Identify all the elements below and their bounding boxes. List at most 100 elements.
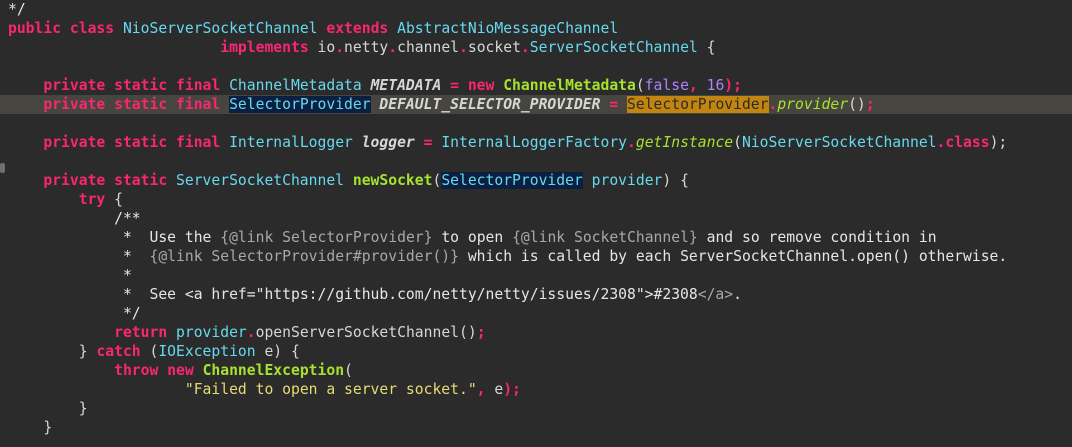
code-line[interactable]: private static ServerSocketChannel newSo… bbox=[8, 171, 1072, 190]
code-token: () bbox=[848, 96, 866, 113]
code-token: provider bbox=[176, 324, 247, 341]
code-token: ChannelException bbox=[202, 362, 345, 379]
code-line[interactable]: * Use the {@link SelectorProvider} to op… bbox=[8, 228, 1072, 247]
code-token: ; bbox=[865, 96, 875, 113]
code-token: DEFAULT_SELECTOR_PROVIDER bbox=[379, 96, 601, 113]
code-token: provider bbox=[591, 172, 663, 189]
code-token: and so remove condition in bbox=[697, 229, 937, 246]
code-token: io bbox=[317, 39, 336, 56]
code-token: ) { bbox=[662, 172, 689, 189]
code-token: which is called by each ServerSocketChan… bbox=[459, 248, 1008, 265]
code-token: new bbox=[167, 362, 203, 379]
code-token: */ bbox=[122, 305, 141, 322]
code-line[interactable]: } bbox=[8, 399, 1072, 418]
code-token: provider bbox=[777, 96, 849, 113]
code-token: {@link SelectorProvider} bbox=[220, 229, 433, 246]
code-token: } bbox=[78, 343, 97, 360]
code-token: netty bbox=[344, 39, 389, 56]
code-line[interactable] bbox=[8, 152, 1072, 171]
code-line[interactable]: private static final SelectorProvider DE… bbox=[0, 95, 1072, 114]
code-token: ( bbox=[733, 134, 742, 151]
code-token: SelectorProvider bbox=[229, 96, 371, 113]
code-token: throw bbox=[114, 362, 168, 379]
code-line[interactable]: implements io.netty.channel.socket.Serve… bbox=[8, 38, 1072, 57]
code-token: AbstractNioMessageChannel bbox=[397, 20, 619, 37]
code-token: socket bbox=[467, 39, 521, 56]
code-token: . bbox=[335, 39, 345, 56]
code-token: ServerSocketChannel bbox=[176, 172, 353, 189]
code-line[interactable]: * bbox=[8, 266, 1072, 285]
code-line[interactable]: return provider.openServerSocketChannel(… bbox=[8, 323, 1072, 342]
code-token: * bbox=[122, 267, 132, 284]
code-token: , bbox=[476, 381, 495, 398]
code-token: ChannelMetadata bbox=[229, 77, 371, 94]
code-token: implements bbox=[220, 39, 318, 56]
code-line[interactable]: public class NioServerSocketChannel exte… bbox=[8, 19, 1072, 38]
code-line[interactable]: try { bbox=[8, 190, 1072, 209]
code-token: () bbox=[459, 324, 477, 341]
code-token: METADATA bbox=[370, 77, 442, 94]
code-token: * bbox=[122, 248, 150, 265]
code-token: SelectorProvider bbox=[627, 96, 769, 113]
code-line[interactable]: * See <a href="https://github.com/netty/… bbox=[8, 285, 1072, 304]
code-token: new bbox=[467, 77, 504, 94]
code-token: * See <a href="https://github.com/netty/… bbox=[122, 286, 698, 303]
code-token: } bbox=[43, 419, 53, 436]
code-token: logger bbox=[361, 134, 415, 151]
code-token: ChannelMetadata bbox=[503, 77, 636, 94]
breakpoint-marker[interactable] bbox=[0, 163, 5, 173]
code-line[interactable] bbox=[8, 114, 1072, 133]
code-line[interactable]: */ bbox=[8, 304, 1072, 323]
code-token: IOException bbox=[158, 343, 265, 360]
code-token: SelectorProvider bbox=[441, 172, 583, 189]
code-line[interactable]: private static final InternalLogger logg… bbox=[8, 133, 1072, 152]
code-editor[interactable]: */public class NioServerSocketChannel ex… bbox=[0, 0, 1072, 447]
code-line[interactable]: } bbox=[8, 418, 1072, 437]
code-token: NioServerSocketChannel bbox=[122, 20, 327, 37]
code-line[interactable]: } catch (IOException e) { bbox=[8, 342, 1072, 361]
code-line[interactable]: private static final ChannelMetadata MET… bbox=[8, 76, 1072, 95]
code-token: false bbox=[644, 77, 689, 94]
code-token: </a> bbox=[697, 286, 734, 303]
code-token: . bbox=[246, 324, 256, 341]
code-token: ServerSocketChannel bbox=[529, 39, 698, 56]
code-line[interactable]: */ bbox=[8, 0, 1072, 19]
code-token: extends bbox=[326, 20, 398, 37]
code-line[interactable]: "Failed to open a server socket.", e); bbox=[8, 380, 1072, 399]
code-token: . bbox=[520, 39, 530, 56]
code-token: try bbox=[78, 191, 106, 208]
code-line[interactable] bbox=[8, 57, 1072, 76]
code-token: NioServerSocketChannel bbox=[741, 134, 937, 151]
code-token: ); bbox=[724, 77, 742, 94]
code-token: InternalLogger bbox=[229, 134, 362, 151]
code-token: , bbox=[688, 77, 707, 94]
code-token: = bbox=[600, 96, 628, 113]
code-token: public class bbox=[8, 20, 123, 37]
code-token: . bbox=[388, 39, 398, 56]
code-token: ( bbox=[432, 172, 442, 189]
code-token: newSocket bbox=[352, 172, 433, 189]
code-token: . bbox=[459, 39, 468, 56]
code-token: 16 bbox=[706, 77, 725, 94]
code-token: * Use the bbox=[122, 229, 221, 246]
code-line[interactable]: throw new ChannelException( bbox=[8, 361, 1072, 380]
code-line[interactable]: * {@link SelectorProvider#provider()} wh… bbox=[8, 247, 1072, 266]
code-token: getInstance bbox=[635, 134, 734, 151]
code-line[interactable]: /** bbox=[8, 209, 1072, 228]
code-token: { bbox=[105, 191, 123, 208]
